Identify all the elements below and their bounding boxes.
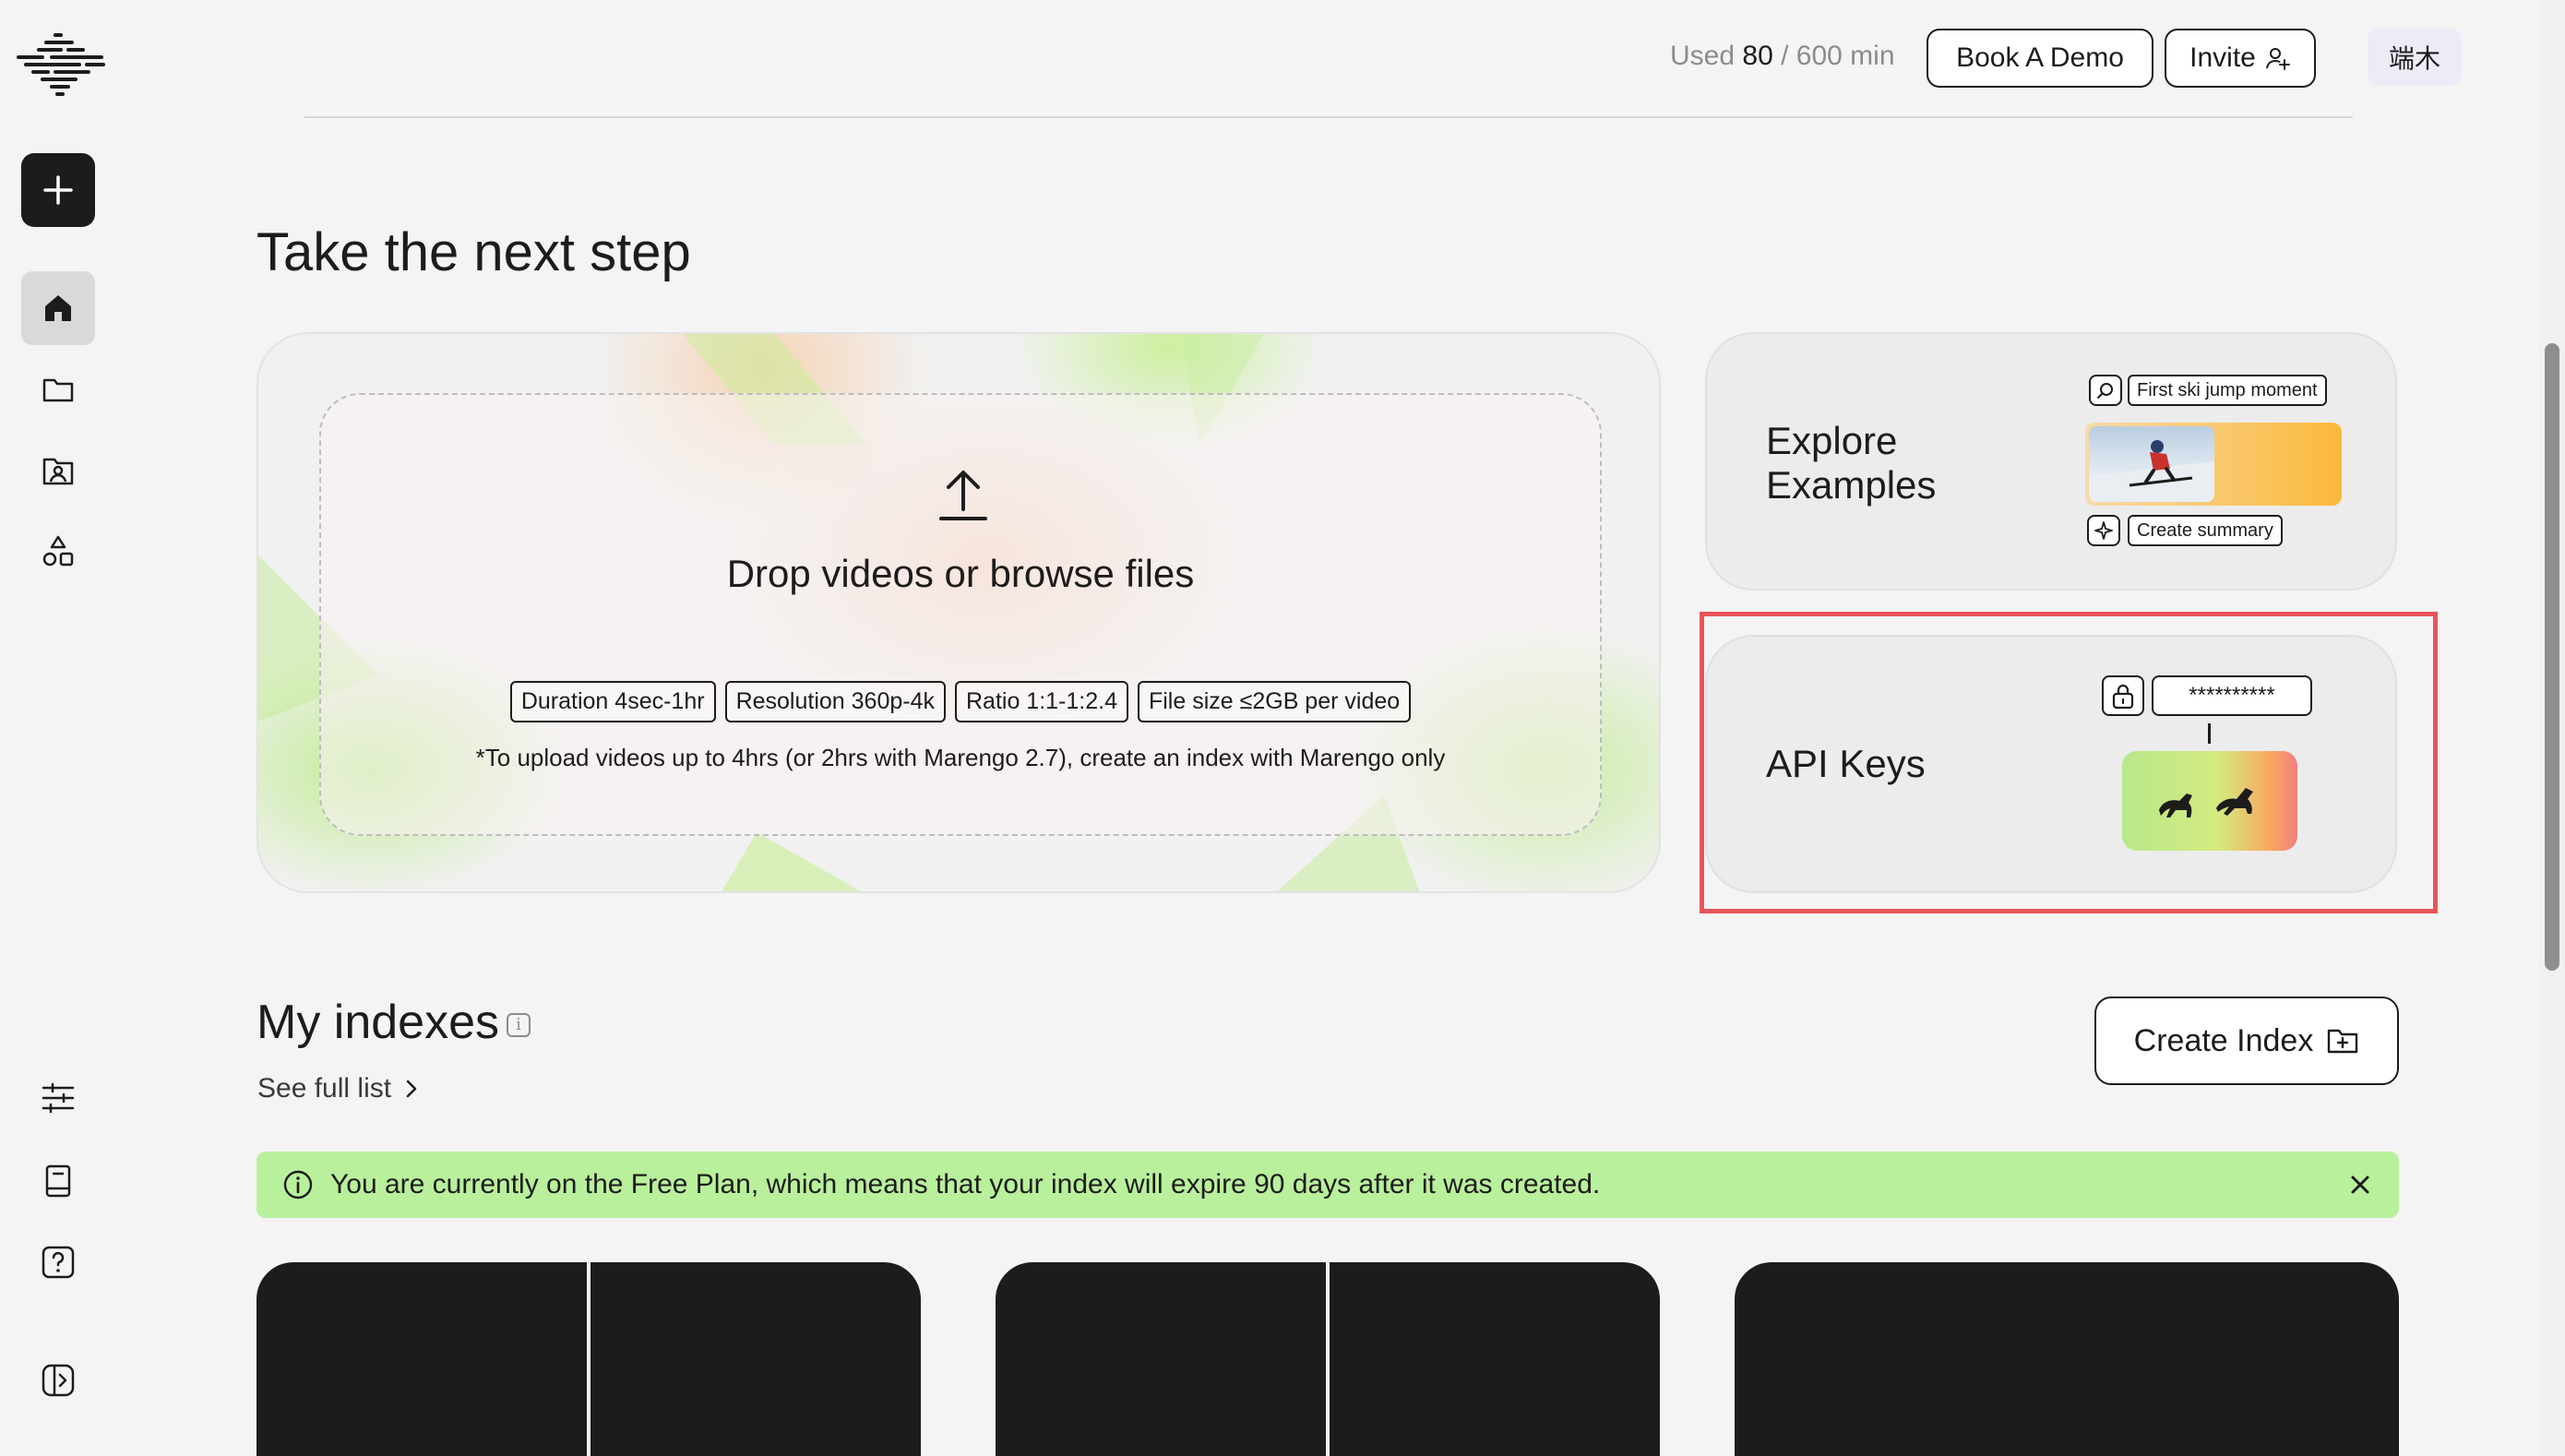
drop-zone[interactable]: Drop videos or browse files Duration 4se…	[319, 393, 1602, 836]
free-plan-banner: You are currently on the Free Plan, whic…	[256, 1152, 2399, 1218]
plus-icon	[43, 175, 73, 205]
index-card[interactable]	[256, 1262, 921, 1456]
info-circle-icon	[283, 1170, 313, 1199]
api-keys-highlight	[1700, 612, 2438, 913]
sparkle-icon	[2087, 515, 2120, 546]
drop-prompt: Drop videos or browse files	[726, 552, 1195, 595]
folder-plus-icon	[2328, 1029, 2358, 1054]
index-card[interactable]	[996, 1262, 1660, 1456]
info-icon[interactable]: i	[507, 1013, 531, 1038]
usage-used: 80	[1742, 41, 1773, 71]
sliders-icon	[42, 1082, 75, 1114]
new-button[interactable]	[21, 153, 95, 227]
home-icon	[45, 295, 71, 321]
app-root: Used 80 / 600 min Book A Demo Invite 端木 …	[0, 0, 2565, 1456]
upload-icon	[939, 471, 987, 520]
tag-file-size: File size ≤2GB per video	[1137, 681, 1412, 722]
usage-prefix: Used	[1670, 41, 1736, 71]
index-card[interactable]	[1735, 1262, 2399, 1456]
search-example-chip: First ski jump moment	[2128, 375, 2327, 406]
sidebar-item-entities[interactable]	[21, 434, 95, 507]
create-index-button[interactable]: Create Index	[2094, 997, 2399, 1085]
tag-resolution: Resolution 360p-4k	[724, 681, 946, 722]
sidebar	[0, 0, 118, 1456]
logo[interactable]	[15, 30, 107, 100]
tag-ratio: Ratio 1:1-1:2.4	[954, 681, 1128, 722]
shapes-icon	[42, 535, 74, 567]
my-indexes-heading: My indexes i	[256, 995, 531, 1050]
see-full-list-label: See full list	[257, 1073, 392, 1104]
sidebar-item-help[interactable]	[21, 1225, 95, 1299]
sidebar-item-folders[interactable]	[21, 352, 95, 426]
book-demo-button[interactable]: Book A Demo	[1927, 29, 2153, 88]
explore-title-line1: Explore	[1766, 419, 1898, 462]
upload-constraints: Duration 4sec-1hr Resolution 360p-4k Rat…	[321, 681, 1600, 722]
summary-example-chip: Create summary	[2128, 515, 2283, 546]
tag-duration: Duration 4sec-1hr	[509, 681, 716, 722]
sidebar-item-docs[interactable]	[21, 1144, 95, 1218]
close-icon	[2351, 1176, 2369, 1194]
invite-button[interactable]: Invite	[2165, 29, 2316, 88]
usage-indicator: Used 80 / 600 min	[1670, 41, 1895, 72]
upload-card[interactable]: Drop videos or browse files Duration 4se…	[256, 332, 1661, 893]
see-full-list-link[interactable]: See full list	[257, 1073, 419, 1104]
create-index-label: Create Index	[2133, 1022, 2314, 1058]
usage-total: / 600 min	[1781, 41, 1895, 71]
add-user-icon	[2265, 48, 2290, 70]
explore-title-line2: Examples	[1766, 463, 1937, 507]
thumbnail-divider	[587, 1262, 591, 1456]
invite-label: Invite	[2189, 42, 2256, 73]
vertical-scrollbar[interactable]	[2539, 0, 2565, 1456]
sidebar-item-home[interactable]	[21, 271, 95, 345]
explore-examples-card[interactable]: Explore Examples First ski jump moment C…	[1705, 332, 2397, 591]
collapse-sidebar-icon	[42, 1364, 75, 1397]
folder-icon	[42, 378, 74, 402]
thumbnail-divider	[1326, 1262, 1330, 1456]
book-demo-label: Book A Demo	[1956, 42, 2124, 73]
help-icon	[42, 1246, 75, 1279]
upload-note: *To upload videos up to 4hrs (or 2hrs wi…	[475, 744, 1446, 771]
book-icon	[45, 1164, 71, 1198]
example-video-thumbnail	[2085, 423, 2342, 506]
sidebar-item-settings[interactable]	[21, 1061, 95, 1135]
banner-text: You are currently on the Free Plan, whic…	[330, 1169, 1601, 1199]
explore-title: Explore Examples	[1766, 419, 1936, 507]
sidebar-item-shapes[interactable]	[21, 515, 95, 589]
contact-folder-icon	[42, 458, 74, 485]
sidebar-item-collapse[interactable]	[21, 1343, 95, 1417]
search-icon	[2089, 375, 2122, 406]
my-indexes-title: My indexes	[256, 996, 499, 1049]
user-name: 端木	[2388, 44, 2440, 73]
ski-jump-image	[2089, 426, 2214, 502]
banner-close-button[interactable]	[2345, 1170, 2375, 1199]
next-step-title: Take the next step	[256, 222, 691, 282]
user-avatar-chip[interactable]: 端木	[2368, 29, 2462, 86]
header-divider	[304, 116, 2353, 118]
scrollbar-thumb[interactable]	[2545, 343, 2559, 971]
chevron-right-icon	[406, 1080, 417, 1098]
